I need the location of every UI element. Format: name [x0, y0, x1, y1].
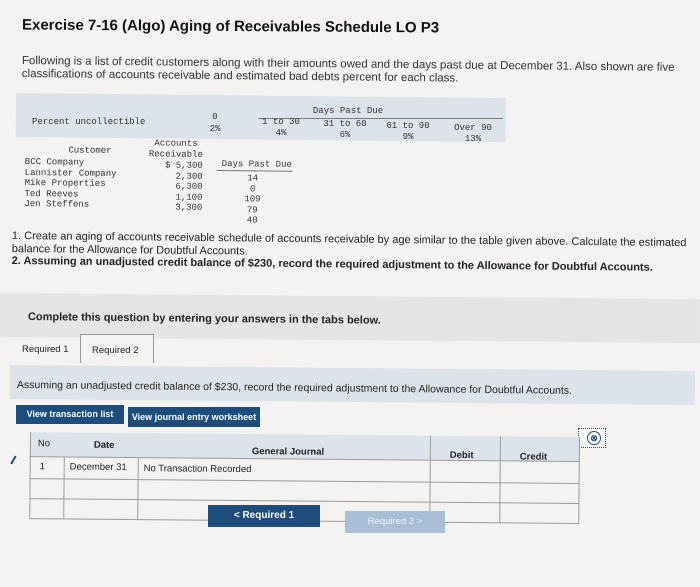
col-2-pct: 6% [339, 130, 351, 140]
tab-required-2[interactable]: Required 2 [92, 345, 138, 356]
ar-header-line2: Receivable [148, 148, 203, 160]
journal-col-divider [429, 435, 431, 522]
journal-row-divider [29, 478, 580, 484]
close-icon: ⊗ [587, 431, 601, 445]
journal-header-general-journal: General Journal [251, 446, 325, 458]
customer-name: BCC Company [24, 156, 85, 168]
next-required-2-button[interactable]: Required 2 > [345, 511, 445, 533]
journal-row-date[interactable]: December 31 [70, 462, 127, 473]
days-past-due-value: 0 [249, 183, 256, 195]
col-4-pct: 13% [464, 134, 482, 144]
days-past-due-value: 14 [247, 173, 259, 184]
view-transaction-list-button[interactable]: View transaction list [16, 405, 124, 424]
question-list: 1. Create an aging of accounts receivabl… [12, 230, 692, 275]
days-past-due-value: 79 [246, 205, 258, 216]
col-1-pct: 4% [275, 128, 287, 138]
ar-header-line1: Accounts [154, 138, 198, 149]
ar-amount: 3,300 [175, 202, 203, 214]
days-past-due-value: 40 [246, 215, 258, 226]
journal-row-no: 1 [39, 461, 46, 473]
journal-col-divider [137, 457, 139, 520]
customer-header: Customer [68, 145, 112, 156]
ar-amount: 1,100 [175, 192, 203, 203]
intro-text: Following is a list of credit customers … [21, 55, 675, 85]
ar-amount: $ 5,300 [164, 160, 203, 171]
tab-required-1[interactable]: Required 1 [22, 344, 68, 355]
percent-row-label: Percent uncollectible [32, 117, 146, 127]
journal-col-divider [499, 436, 501, 523]
days-past-due-header: Days Past Due [312, 106, 384, 116]
ar-amount: 2,300 [175, 171, 203, 182]
dpd-header: Days Past Due [221, 159, 292, 170]
journal-row-divider [29, 498, 580, 504]
col-0-pct: 2% [209, 124, 221, 134]
days-past-due-value: 109 [244, 194, 261, 205]
col-3-label: 61 to 90 [386, 121, 430, 131]
journal-header-date: Date [93, 439, 115, 451]
previous-required-1-button[interactable]: < Required 1 [208, 505, 320, 527]
col-3-pct: 9% [402, 132, 414, 142]
ar-amount: 6,300 [175, 181, 203, 193]
customer-name: Jen Steffens [24, 199, 90, 211]
dpd-underline [216, 170, 293, 172]
col-2-label: 31 to 60 [323, 119, 367, 129]
clear-entry-button[interactable]: ⊗ [578, 428, 606, 448]
journal-row-description[interactable]: No Transaction Recorded [144, 463, 252, 475]
col-4-label: Over 90 [454, 123, 492, 133]
journal-col-divider [578, 436, 580, 523]
journal-col-divider [63, 456, 65, 519]
col-0-label: 0 [212, 112, 218, 122]
journal-col-divider [29, 432, 31, 519]
page-title: Exercise 7-16 (Algo) Aging of Receivable… [21, 16, 440, 37]
journal-header-no: No [37, 438, 51, 450]
col-1-label: 1 to 30 [262, 117, 300, 127]
view-journal-entry-worksheet-button[interactable]: View journal entry worksheet [128, 407, 260, 427]
